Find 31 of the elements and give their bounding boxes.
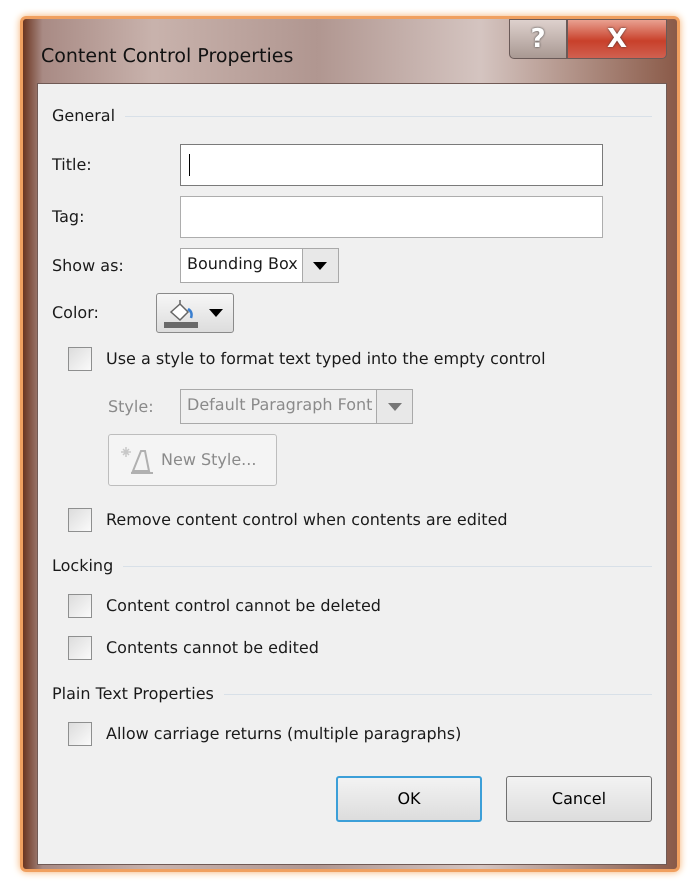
style-icon [119, 445, 155, 475]
dropdown[interactable]: Bounding Box [180, 248, 339, 283]
color-picker-button[interactable] [156, 293, 234, 333]
section-heading: Plain Text Properties [52, 683, 214, 705]
section-heading: Locking [52, 555, 114, 577]
section-heading: General [52, 105, 116, 127]
cancel-button[interactable]: Cancel [506, 776, 652, 822]
dropdown-arrow-icon [388, 402, 402, 410]
paint-bucket-icon [163, 298, 199, 328]
checkbox[interactable] [68, 636, 92, 660]
checkbox-label: Allow carriage returns (multiple paragraphs) [106, 723, 462, 745]
close-button[interactable]: X [567, 19, 667, 59]
field-label: Color: [52, 302, 100, 324]
checkbox[interactable] [68, 722, 92, 746]
checkbox-label: Remove content control when contents are edited [106, 509, 508, 531]
field-label: Title: [52, 154, 93, 176]
checkbox-label: Contents cannot be edited [106, 637, 319, 659]
dropdown-arrow-icon [209, 309, 223, 317]
checkbox[interactable] [68, 594, 92, 618]
input-field[interactable] [180, 144, 603, 186]
window-title: Content Control Properties [40, 44, 294, 69]
checkbox-label: Content control cannot be deleted [106, 595, 381, 617]
field-label: Tag: [52, 206, 86, 228]
field-label: Style: [108, 396, 155, 418]
dropdown-arrow-icon [313, 262, 328, 270]
checkbox-label: Use a style to format text typed into the empty control [106, 348, 546, 370]
input-field[interactable] [180, 196, 603, 238]
ok-button[interactable]: OK [336, 776, 482, 822]
field-label: Show as: [52, 254, 125, 276]
checkbox[interactable] [68, 347, 92, 371]
checkbox[interactable] [68, 508, 92, 532]
